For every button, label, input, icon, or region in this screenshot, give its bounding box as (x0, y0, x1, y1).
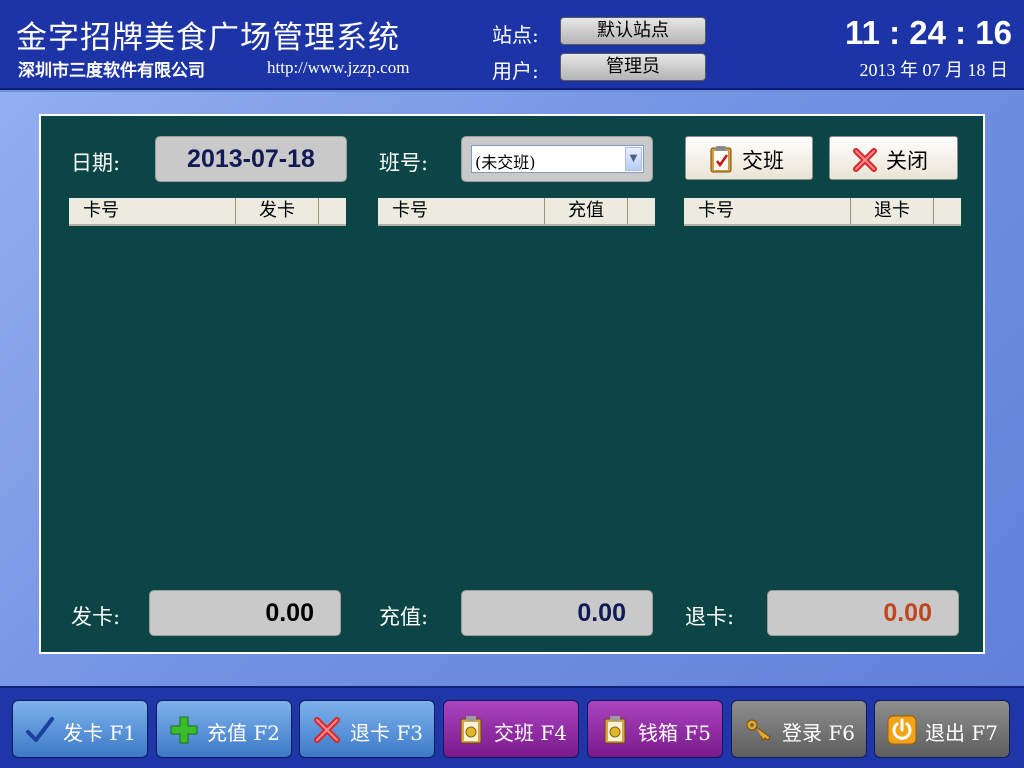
issue-total-value: 0.00 (149, 590, 341, 636)
issue-table-header: 卡号 发卡 (69, 198, 346, 226)
recharge-total-value: 0.00 (461, 590, 653, 636)
site-field: 默认站点 (560, 17, 706, 45)
recharge-f2-label: 充值 F2 (207, 721, 280, 745)
company-name: 深圳市三度软件有限公司 (18, 61, 205, 81)
column-header-card-number: 卡号 (684, 198, 851, 224)
close-button[interactable]: 关闭 (829, 136, 958, 180)
plus-icon (170, 716, 198, 744)
header-date: 2013 年 07 月 18 日 (859, 60, 1009, 80)
close-x-icon (314, 717, 340, 743)
user-label: 用户: (492, 59, 539, 83)
login-f6-label: 登录 F6 (782, 721, 855, 745)
issue-card-f1-button[interactable]: 发卡 F1 (12, 700, 148, 758)
header-bar: 金字招牌美食广场管理系统 深圳市三度软件有限公司 http://www.jzzp… (0, 0, 1024, 90)
app-title: 金字招牌美食广场管理系统 (16, 20, 400, 56)
cash-box-f5-label: 钱箱 F5 (638, 721, 711, 745)
date-label: 日期: (71, 151, 121, 175)
handover-button-label: 交班 (742, 149, 784, 173)
site-label: 站点: (492, 23, 539, 47)
keys-icon (746, 719, 771, 741)
clipboard-icon (460, 716, 482, 744)
column-header-card-number: 卡号 (378, 198, 545, 224)
column-header-refund: 退卡 (851, 198, 934, 224)
main-area: 日期: 2013-07-18 班号: (未交班) ▼ 交班 关闭 卡号 发卡 卡… (0, 92, 1024, 686)
shift-selected-value: (未交班) (475, 153, 536, 172)
exit-f7-button[interactable]: 退出 F7 (874, 700, 1010, 758)
checkmark-icon (26, 717, 54, 742)
shift-select-frame: (未交班) ▼ (461, 136, 653, 182)
handover-f4-button[interactable]: 交班 F4 (443, 700, 579, 758)
close-button-label: 关闭 (886, 149, 928, 173)
function-key-toolbar: 发卡 F1 充值 F2 退卡 F3 交班 F4 钱箱 F5 登录 F6 退出 F… (0, 686, 1024, 768)
refund-card-f3-button[interactable]: 退卡 F3 (299, 700, 435, 758)
column-header-card-number: 卡号 (69, 198, 236, 224)
recharge-table-header: 卡号 充值 (378, 198, 655, 226)
chevron-down-icon[interactable]: ▼ (625, 147, 642, 171)
refund-total-value: 0.00 (767, 590, 959, 636)
issue-total-label: 发卡: (71, 605, 121, 629)
column-header-issue: 发卡 (236, 198, 319, 224)
date-field[interactable]: 2013-07-18 (155, 136, 347, 182)
refund-table-header: 卡号 退卡 (684, 198, 961, 226)
handover-f4-label: 交班 F4 (494, 721, 567, 745)
recharge-total-label: 充值: (379, 605, 429, 629)
user-field: 管理员 (560, 53, 706, 81)
login-f6-button[interactable]: 登录 F6 (731, 700, 867, 758)
refund-card-f3-label: 退卡 F3 (350, 721, 423, 745)
shift-panel: 日期: 2013-07-18 班号: (未交班) ▼ 交班 关闭 卡号 发卡 卡… (39, 114, 985, 654)
recharge-f2-button[interactable]: 充值 F2 (156, 700, 292, 758)
handover-button[interactable]: 交班 (685, 136, 813, 180)
exit-f7-label: 退出 F7 (925, 721, 998, 745)
close-x-icon (853, 148, 877, 172)
power-icon (887, 715, 917, 745)
shift-select[interactable]: (未交班) ▼ (471, 145, 644, 173)
column-header-spacer (628, 198, 655, 224)
clock-time: 11 : 24 : 16 (845, 14, 1012, 51)
issue-card-f1-label: 发卡 F1 (63, 721, 136, 745)
column-header-spacer (934, 198, 961, 224)
column-header-recharge: 充值 (545, 198, 628, 224)
shift-label: 班号: (379, 151, 429, 175)
cash-box-f5-button[interactable]: 钱箱 F5 (587, 700, 723, 758)
company-url: http://www.jzzp.com (267, 58, 410, 77)
clipboard-icon (604, 716, 626, 744)
clipboard-icon (710, 146, 732, 173)
column-header-spacer (319, 198, 346, 224)
refund-total-label: 退卡: (685, 605, 735, 629)
